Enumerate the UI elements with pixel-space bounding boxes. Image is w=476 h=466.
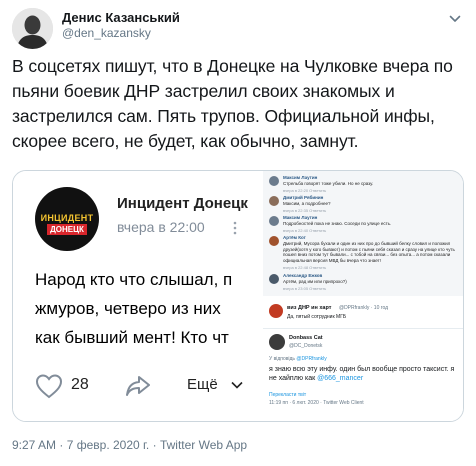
tweet-meta: 11:19 пп · 6 лют. 2020 · Twitter Web Cli… xyxy=(269,400,364,406)
message-mention: @666_mancer xyxy=(317,375,364,382)
comment-avatar xyxy=(269,216,279,226)
comment-avatar xyxy=(269,196,279,206)
reply-to-prefix: У відповідь xyxy=(269,356,296,362)
comment-text: Дмитрий, Мусора бухали и один из них про… xyxy=(283,241,455,263)
comment-author: Максим Лаутин xyxy=(283,175,318,180)
comment-meta: вчера в 22:48 Ответить xyxy=(283,265,327,270)
comment-text: Подробностей пока не знаю. Соседи по ули… xyxy=(283,221,392,226)
reply-author-name: виз ДНР ин харт xyxy=(287,305,332,311)
separator-dot: · xyxy=(59,438,64,452)
logo-text-line2: ДОНЕЦК xyxy=(47,224,87,235)
comment-author: Артём Кот xyxy=(283,235,306,240)
comment-meta: вчера в 22:20 Ответить xyxy=(283,188,327,193)
avatar xyxy=(269,334,285,350)
comment-author: Максим Лаутин xyxy=(283,215,318,220)
post-body-line: как бывший мент! Кто чт xyxy=(35,328,229,347)
media-grid[interactable]: ИНЦИДЕНТ ДОНЕЦК Инцидент Донецк вчера в … xyxy=(12,170,464,422)
divider xyxy=(263,328,463,329)
tweet-time[interactable]: 9:27 AM xyxy=(12,438,56,452)
like-count: 28 xyxy=(71,376,89,393)
comment-author: Александр Ежков xyxy=(283,273,323,278)
tweet-author-name: Donbass Cat xyxy=(289,335,323,341)
separator-dot: · xyxy=(152,438,157,452)
comment-author: Дмитрий Рябинин xyxy=(283,195,324,200)
avatar[interactable] xyxy=(12,8,53,49)
comment-meta: вчера в 22:35 Ответить xyxy=(283,208,327,213)
comment-text: Максим, а подробнее? xyxy=(283,201,331,206)
comment-meta: вчера в 23:05 Ответить xyxy=(283,286,327,291)
author-handle[interactable]: @den_kazansky xyxy=(62,26,151,40)
share-icon xyxy=(126,376,150,396)
media-image-comments[interactable]: Максим Лаутин Стрельба говорят тоже убил… xyxy=(263,171,463,296)
comment-meta: вчера в 22:40 Ответить xyxy=(283,228,327,233)
post-body: Народ кто что слышал, п жмуров, четверо … xyxy=(35,265,261,352)
more-vertical-icon xyxy=(233,221,237,235)
comment-text: Артём, рад им или припрохо?) xyxy=(283,279,347,284)
comment-avatar xyxy=(269,274,279,284)
comment-avatar xyxy=(269,236,279,246)
media-image-vk-post[interactable]: ИНЦИДЕНТ ДОНЕЦК Инцидент Донецк вчера в … xyxy=(13,171,261,421)
avatar xyxy=(269,304,283,318)
chevron-down-icon[interactable] xyxy=(448,12,462,26)
post-community-title: Инцидент Донецк xyxy=(117,195,248,212)
media-image-reply-thread[interactable]: виз ДНР ин харт @DPRfrankly · 10 год Да,… xyxy=(263,298,463,421)
comment-avatar xyxy=(269,176,279,186)
more-label: Ещё xyxy=(187,376,218,393)
post-body-line: Народ кто что слышал, п xyxy=(35,270,233,289)
heart-icon xyxy=(35,374,63,399)
reply-to-line: У відповідь @DPRfrankly xyxy=(269,356,327,362)
tweet-footer: 9:27 AM · 7 февр. 2020 г. · Twitter Web … xyxy=(12,438,247,452)
tweet-date[interactable]: 7 февр. 2020 г. xyxy=(67,438,150,452)
reply-author-handle: @DPRfrankly · 10 год xyxy=(339,305,389,311)
tweet-source[interactable]: Twitter Web App xyxy=(160,438,247,452)
chevron-down-icon xyxy=(231,381,243,389)
author-name[interactable]: Денис Казанський xyxy=(62,10,180,25)
logo-text-line1: ИНЦИДЕНТ xyxy=(40,213,94,223)
tweet-message: я знаю всю эту инфу. один был вообще про… xyxy=(269,365,463,383)
tweet: Денис Казанський @den_kazansky В соцсетя… xyxy=(0,0,476,466)
translate-link: Перекласти твіт xyxy=(269,392,307,398)
post-body-line: жмуров, четверо из них xyxy=(35,299,221,318)
community-logo: ИНЦИДЕНТ ДОНЕЦК xyxy=(35,187,99,251)
reply-text: Да, пятый сотрудник МГБ xyxy=(287,314,347,320)
post-time: вчера в 22:00 xyxy=(117,219,205,235)
tweet-author-handle: @DC_Donetsk xyxy=(289,343,323,349)
reply-to-handle: @DPRfrankly xyxy=(296,356,327,362)
tweet-text: В соцсетях пишут, что в Донецке на Чулко… xyxy=(12,56,453,151)
comment-text: Стрельба говорят тоже убили. Но не сразу… xyxy=(283,181,374,186)
